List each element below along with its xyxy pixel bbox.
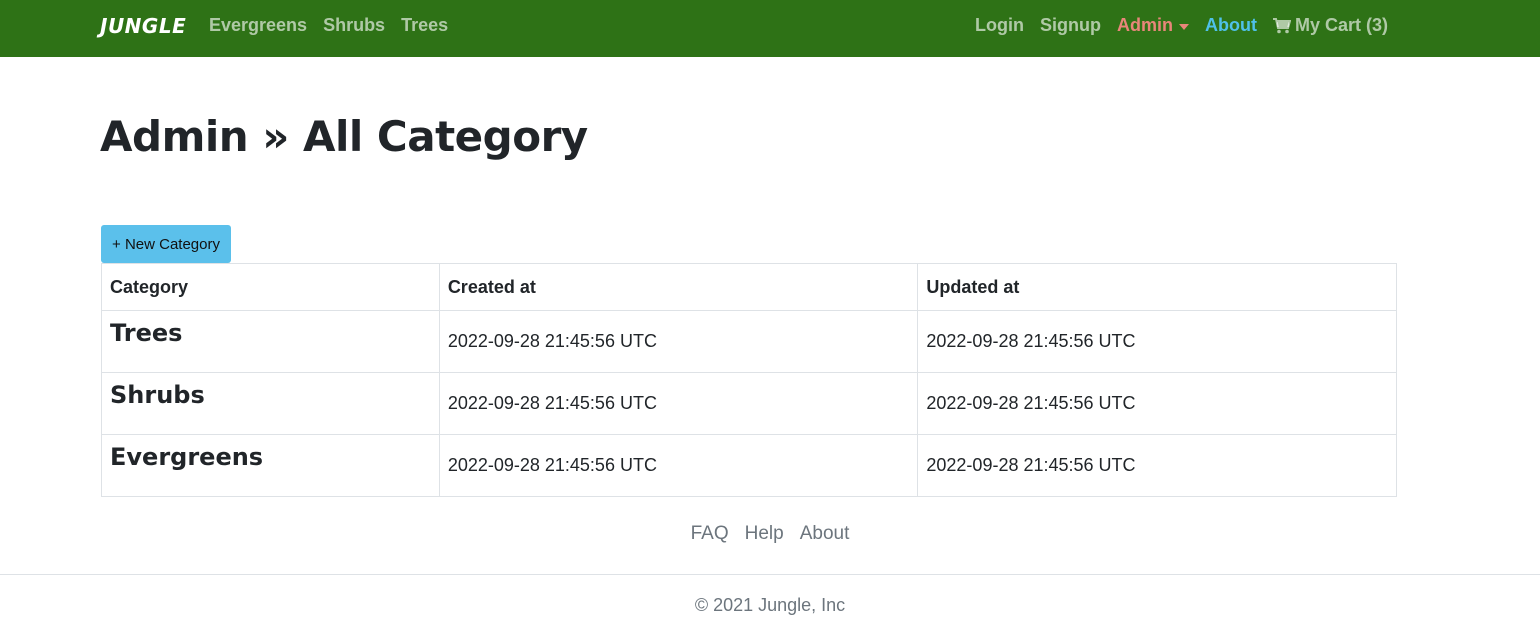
footer-links: FAQ Help About bbox=[0, 523, 1540, 545]
category-name: Trees bbox=[101, 310, 440, 373]
created-at: 2022-09-28 21:45:56 UTC bbox=[438, 372, 919, 435]
nav-right: Login Signup Admin About My Cart (3) bbox=[975, 15, 1388, 36]
created-at: 2022-09-28 21:45:56 UTC bbox=[438, 310, 919, 373]
cart-label: My Cart (3) bbox=[1294, 15, 1388, 35]
table-row: Shrubs 2022-09-28 21:45:56 UTC 2022-09-2… bbox=[101, 372, 1397, 435]
footer-divider bbox=[0, 574, 1540, 575]
brand-logo[interactable]: JUNGLE bbox=[100, 14, 186, 38]
header-category: Category bbox=[101, 263, 440, 311]
updated-at: 2022-09-28 21:45:56 UTC bbox=[917, 310, 1397, 373]
category-name: Shrubs bbox=[101, 372, 440, 435]
header-created-at: Created at bbox=[438, 263, 919, 311]
table-header-row: Category Created at Updated at bbox=[101, 263, 1397, 311]
updated-at: 2022-09-28 21:45:56 UTC bbox=[917, 372, 1397, 435]
table-row: Evergreens 2022-09-28 21:45:56 UTC 2022-… bbox=[101, 434, 1397, 497]
header-updated-at: Updated at bbox=[917, 263, 1397, 311]
category-name: Evergreens bbox=[101, 434, 440, 497]
cart-link[interactable]: My Cart (3) bbox=[1272, 15, 1388, 36]
page-title: Admin » All Category bbox=[100, 112, 588, 161]
footer-link-help[interactable]: Help bbox=[745, 523, 784, 545]
admin-dropdown[interactable]: Admin bbox=[1117, 15, 1189, 36]
shopping-cart-icon bbox=[1272, 17, 1291, 33]
nav-link-shrubs[interactable]: Shrubs bbox=[323, 15, 385, 36]
updated-at: 2022-09-28 21:45:56 UTC bbox=[917, 434, 1397, 497]
categories-table: Category Created at Updated at Trees 202… bbox=[101, 263, 1397, 497]
footer-link-faq[interactable]: FAQ bbox=[691, 523, 729, 545]
login-link[interactable]: Login bbox=[975, 15, 1024, 36]
table-row: Trees 2022-09-28 21:45:56 UTC 2022-09-28… bbox=[101, 310, 1397, 373]
admin-label: Admin bbox=[1117, 15, 1173, 35]
new-category-button[interactable]: + New Category bbox=[101, 225, 231, 263]
created-at: 2022-09-28 21:45:56 UTC bbox=[438, 434, 919, 497]
nav-left: Evergreens Shrubs Trees bbox=[209, 15, 448, 36]
nav-link-trees[interactable]: Trees bbox=[401, 15, 448, 36]
footer-link-about[interactable]: About bbox=[800, 523, 850, 545]
nav-link-evergreens[interactable]: Evergreens bbox=[209, 15, 307, 36]
caret-down-icon bbox=[1179, 23, 1189, 30]
copyright: © 2021 Jungle, Inc bbox=[694, 595, 846, 615]
signup-link[interactable]: Signup bbox=[1040, 15, 1101, 36]
about-link[interactable]: About bbox=[1205, 15, 1257, 36]
navbar: JUNGLE Evergreens Shrubs Trees Login Sig… bbox=[0, 0, 1540, 57]
